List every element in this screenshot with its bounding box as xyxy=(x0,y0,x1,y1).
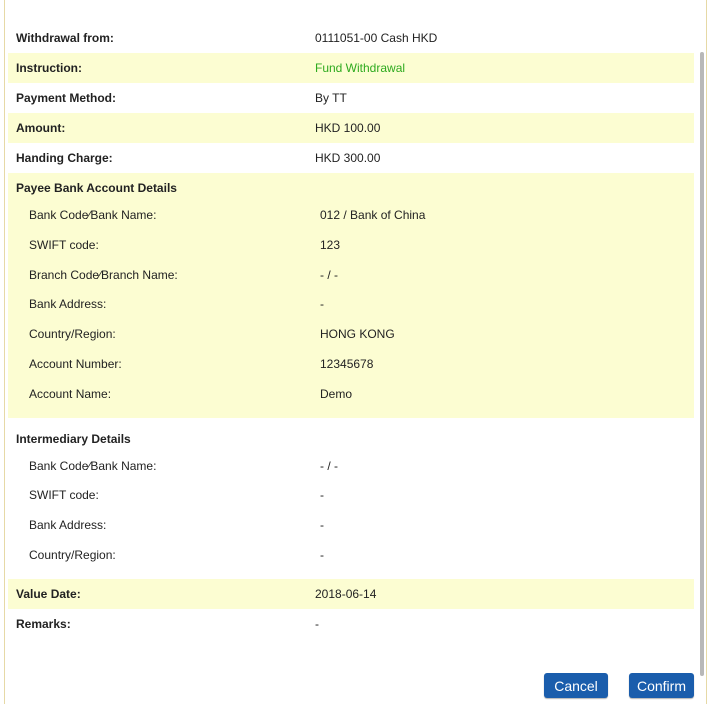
section-title-text: Intermediary Details xyxy=(16,431,131,446)
section-title-text: Payee Bank Account Details xyxy=(16,181,177,195)
row-value: HKD 100.00 xyxy=(315,121,381,135)
withdrawal-confirmation-panel: Withdrawal from: 0111051-00 Cash HKD Ins… xyxy=(8,23,694,639)
summary-row-withdrawal-from: Withdrawal from: 0111051-00 Cash HKD xyxy=(8,23,694,53)
row-label: Bank Code∕Bank Name: xyxy=(29,208,157,222)
row-label: Bank Address: xyxy=(29,518,107,533)
row-value: - xyxy=(320,518,324,533)
row-label: Bank Code∕Bank Name: xyxy=(29,458,157,473)
row-value: - / - xyxy=(320,267,338,282)
intermediary-row-swift: SWIFT code: - xyxy=(8,483,694,513)
row-value: HKD 300.00 xyxy=(315,151,381,165)
payee-row-account-number: Account Number: 12345678 xyxy=(8,352,694,382)
section-title: Intermediary Details xyxy=(8,432,694,454)
row-label: Amount: xyxy=(16,121,66,135)
row-value: - xyxy=(315,616,319,631)
summary-row-instruction: Instruction: Fund Withdrawal xyxy=(8,53,694,83)
row-label: Payment Method: xyxy=(16,91,117,105)
summary-row-handing-charge: Handing Charge: HKD 300.00 xyxy=(8,143,694,173)
row-value: - xyxy=(320,297,324,312)
cancel-button[interactable]: Cancel xyxy=(544,673,608,698)
intermediary-section: Intermediary Details Bank Code∕Bank Name… xyxy=(8,418,694,579)
row-value: 12345678 xyxy=(320,356,374,371)
row-value: - / - xyxy=(320,458,338,473)
row-value: - xyxy=(320,488,324,503)
row-label: Withdrawal from: xyxy=(16,31,114,45)
summary-row-amount: Amount: HKD 100.00 xyxy=(8,113,694,143)
row-value: 0111051-00 Cash HKD xyxy=(315,31,438,45)
row-value: 123 xyxy=(320,237,341,252)
vertical-scrollbar[interactable] xyxy=(700,52,704,676)
payee-bank-section: Payee Bank Account Details Bank Code∕Ban… xyxy=(8,173,694,418)
payee-row-country: Country/Region: HONG KONG xyxy=(8,322,694,352)
row-value: Demo xyxy=(320,386,353,401)
row-label: SWIFT code: xyxy=(29,488,99,503)
row-label: Handing Charge: xyxy=(16,151,113,165)
row-label: Branch Code∕Branch Name: xyxy=(29,267,178,282)
row-value: 2018-06-14 xyxy=(315,586,377,601)
payee-row-bank-code: Bank Code∕Bank Name: 012 / Bank of China xyxy=(8,203,694,233)
section-title: Payee Bank Account Details xyxy=(8,181,694,203)
row-label: SWIFT code: xyxy=(29,237,99,252)
intermediary-row-bank-address: Bank Address: - xyxy=(8,513,694,543)
payee-row-account-name: Account Name: Demo xyxy=(8,382,694,412)
dialog-left-border xyxy=(4,0,5,704)
row-label: Instruction: xyxy=(16,61,82,75)
row-value: - xyxy=(320,547,324,562)
row-label: Value Date: xyxy=(16,586,81,601)
intermediary-row-country: Country/Region: - xyxy=(8,543,694,573)
row-label: Remarks: xyxy=(16,616,71,631)
footer-row-remarks: Remarks: - xyxy=(8,609,694,639)
intermediary-row-bank-code: Bank Code∕Bank Name: - / - xyxy=(8,454,694,484)
payee-row-branch: Branch Code∕Branch Name: - / - xyxy=(8,263,694,293)
row-label: Bank Address: xyxy=(29,297,107,312)
row-value: HONG KONG xyxy=(320,327,395,342)
row-label: Country/Region: xyxy=(29,547,116,562)
summary-row-payment-method: Payment Method: By TT xyxy=(8,83,694,113)
payee-row-swift: SWIFT code: 123 xyxy=(8,233,694,263)
dialog-right-border xyxy=(706,0,707,704)
row-label: Account Number: xyxy=(29,356,122,371)
row-label: Country/Region: xyxy=(29,327,116,342)
row-value: 012 / Bank of China xyxy=(320,208,426,222)
row-value: By TT xyxy=(315,91,347,105)
footer-row-value-date: Value Date: 2018-06-14 xyxy=(8,578,694,609)
row-label: Account Name: xyxy=(29,386,112,401)
confirm-button[interactable]: Confirm xyxy=(629,673,694,698)
row-value: Fund Withdrawal xyxy=(315,61,406,75)
payee-row-bank-address: Bank Address: - xyxy=(8,292,694,322)
